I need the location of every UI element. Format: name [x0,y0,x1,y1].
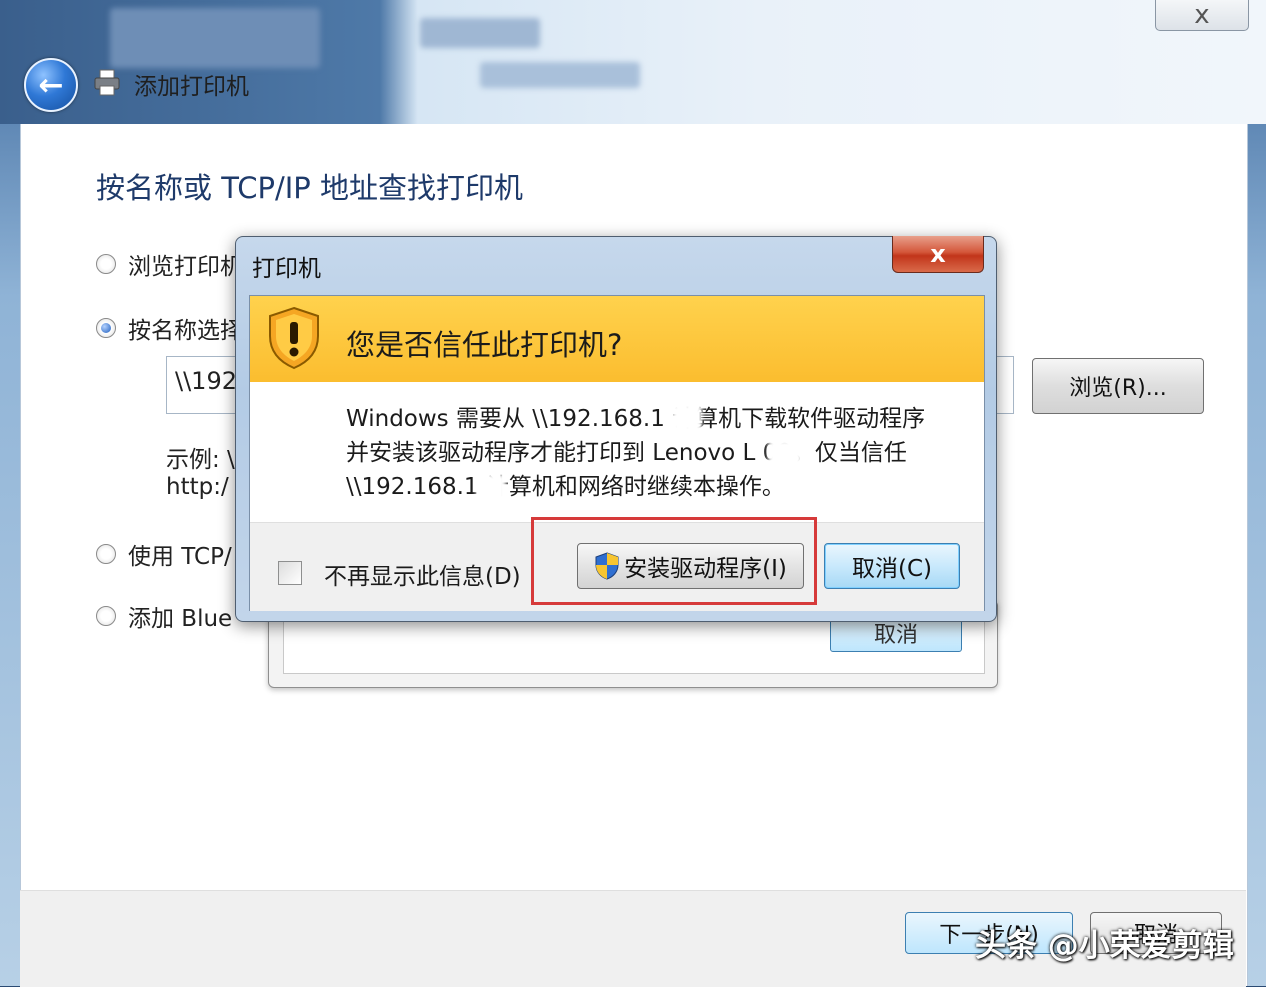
warning-banner: 您是否信任此打印机? [250,296,984,382]
back-arrow-icon[interactable]: ← [24,58,78,112]
dialog-close-button[interactable]: x [892,236,984,273]
dont-show-again-checkbox[interactable] [278,561,302,585]
redaction-mark [672,404,702,432]
printer-path-value: \\192 [175,367,237,395]
message-line-2: 并安装该驱动程序才能打印到 Lenovo L 00。仅当信任 [346,440,907,466]
blurred-window [110,8,320,68]
dialog-message: Windows 需要从 \\192.168.1 计算机下载软件驱动程序 并安装该… [346,402,976,504]
warning-shield-icon [269,306,319,370]
option-tcp-ip-label: 使用 TCP/ [128,544,232,570]
printer-icon [94,69,120,96]
radio-tcp-ip[interactable] [96,544,116,564]
wizard-title: 添加打印机 [134,74,249,100]
dont-show-again-label: 不再显示此信息(D) [324,564,521,590]
blurred-window [420,18,540,48]
option-browse-label: 浏览打印机 [128,254,243,280]
radio-browse-printer[interactable] [96,254,116,274]
radio-select-by-name[interactable] [96,318,116,338]
redaction-mark [476,474,506,502]
watermark-text: 头条 @小荣爱剪辑 [975,928,1234,964]
dialog-title: 打印机 [252,256,321,282]
example-line-2: http:/ [166,474,229,500]
option-select-by-name-label: 按名称选择 [128,318,243,344]
trust-question: 您是否信任此打印机? [346,328,623,362]
background-close-button[interactable]: x [1155,0,1249,31]
dialog-cancel-button[interactable]: 取消(C) [824,543,960,589]
example-line-1: 示例: \ [166,447,235,473]
highlight-box [531,517,817,605]
message-line-1: Windows 需要从 \\192.168.1 计算机下载软件驱动程序 [346,406,926,432]
blurred-window [480,62,640,88]
wizard-heading: 按名称或 TCP/IP 地址查找打印机 [96,171,523,205]
radio-bluetooth[interactable] [96,606,116,626]
browse-button[interactable]: 浏览(R)... [1032,358,1204,414]
option-bluetooth-label: 添加 Blue [128,606,233,632]
message-line-3: \\192.168.1 计算机和网络时继续本操作。 [346,474,785,500]
redaction-mark [768,440,802,468]
